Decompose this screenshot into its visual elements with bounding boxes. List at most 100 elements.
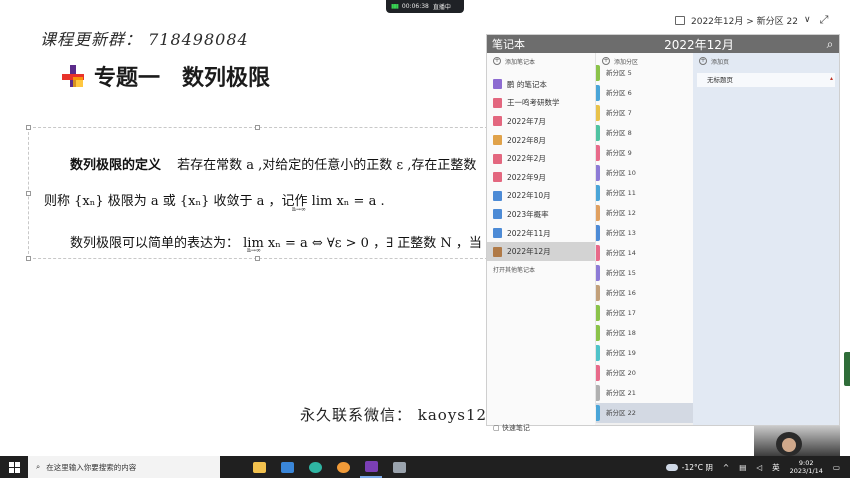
section-label: 新分区 17	[606, 309, 636, 317]
notebook-item[interactable]: 鹏 的笔记本	[487, 75, 595, 94]
notebook-icon	[493, 209, 502, 220]
section-tab[interactable]: 新分区 6	[596, 83, 693, 103]
section-label: 新分区 21	[606, 389, 636, 397]
weather-widget[interactable]: -12°C 阴	[665, 462, 713, 473]
section-color-tab	[596, 145, 600, 161]
notebook-icon	[675, 15, 685, 25]
wechat-contact-text: 永久联系微信： kaoys121	[300, 406, 498, 424]
section-list: + 添加分区 新分区 5 新分区 6 新分区 7 新分区 8 新分区 9 新分区 10 新分…	[595, 53, 693, 423]
section-tab[interactable]: 新分区 12	[596, 203, 693, 223]
system-tray: -12°C 阴 ^ ▤ ◁ 英 9:02 2023/1/14 ▭	[665, 459, 850, 475]
section-label: 新分区 5	[606, 69, 632, 77]
slide-title: 专题一 数列极限	[62, 60, 270, 92]
quick-notes-label: 快速笔记	[501, 424, 530, 432]
notebook-item[interactable]: 2022年11月	[487, 224, 595, 243]
section-tab[interactable]: 新分区 5	[596, 63, 693, 83]
notebook-label: 鹏 的笔记本	[507, 79, 547, 89]
side-handle[interactable]	[844, 352, 850, 386]
tray-expand-icon[interactable]: ^	[723, 463, 729, 472]
add-page-button[interactable]: + 添加页	[693, 53, 839, 69]
resize-handle[interactable]	[26, 256, 31, 261]
onenote-icon[interactable]	[360, 456, 382, 478]
notebook-item[interactable]: 2022年7月	[487, 112, 595, 131]
section-items: 新分区 5 新分区 6 新分区 7 新分区 8 新分区 9 新分区 10 新分区 11 新分区…	[596, 63, 693, 423]
section-tab[interactable]: 新分区 21	[596, 383, 693, 403]
definition-line-3: 数列极限可以简单的表达为： lim xₙ = a ⇔ ∀ε > 0 ，∃ 正整数…	[70, 232, 482, 251]
definition-text-2: 则称 {xₙ} 极限为 a 或 {xₙ} 收敛于 a ，记作 lim xₙ = …	[44, 194, 385, 209]
notebook-item[interactable]: 2022年8月	[487, 131, 595, 150]
section-color-tab	[596, 185, 600, 201]
taskbar-search-box[interactable]: ⌕ 在这里输入你要搜索的内容	[28, 456, 220, 478]
section-tab[interactable]: 新分区 7	[596, 103, 693, 123]
clock-date: 2023/1/14	[789, 467, 823, 475]
section-color-tab	[596, 405, 600, 421]
section-tab[interactable]: 新分区 19	[596, 343, 693, 363]
resize-handle[interactable]	[255, 125, 260, 130]
section-tab[interactable]: 新分区 14	[596, 243, 693, 263]
app-orange-icon[interactable]	[332, 456, 354, 478]
notebook-item[interactable]: 2022年12月	[487, 242, 595, 261]
clock-time: 9:02	[798, 459, 814, 467]
section-tab[interactable]: 新分区 9	[596, 143, 693, 163]
section-tab[interactable]: 新分区 15	[596, 263, 693, 283]
section-label: 新分区 16	[606, 289, 636, 297]
clock[interactable]: 9:02 2023/1/14	[790, 459, 823, 475]
edge-icon[interactable]	[304, 456, 326, 478]
resize-handle[interactable]	[26, 191, 31, 196]
search-icon[interactable]: ⌕	[821, 37, 839, 52]
notebook-item[interactable]: 2023年概率	[487, 205, 595, 224]
network-icon[interactable]: ▤	[739, 463, 746, 472]
section-tab[interactable]: 新分区 17	[596, 303, 693, 323]
notebook-icon	[493, 79, 502, 90]
notebook-item[interactable]: 王一鸣考研数学	[487, 94, 595, 113]
section-label: 新分区 15	[606, 269, 636, 277]
resize-handle[interactable]	[255, 256, 260, 261]
section-color-tab	[596, 65, 600, 81]
notification-icon[interactable]: ▭	[833, 463, 840, 472]
expand-icon[interactable]: ⤢	[816, 12, 832, 28]
current-notebook-title: 2022年12月	[664, 37, 734, 52]
section-tab[interactable]: 新分区 10	[596, 163, 693, 183]
start-button[interactable]	[0, 461, 28, 473]
notebook-item[interactable]: 2022年2月	[487, 149, 595, 168]
file-explorer-icon[interactable]	[248, 456, 270, 478]
notebook-icon	[493, 246, 502, 257]
notebook-label: 2023年概率	[507, 209, 549, 219]
app-blue-icon[interactable]	[276, 456, 298, 478]
section-label: 新分区 10	[606, 169, 636, 177]
ime-indicator[interactable]: 英	[772, 462, 780, 473]
plus-icon: +	[493, 57, 501, 65]
cross-bullet-icon	[62, 65, 84, 87]
taskbar-search-placeholder: 在这里输入你要搜索的内容	[46, 462, 137, 472]
collapse-icon[interactable]: ▴	[830, 75, 833, 82]
section-tab[interactable]: 新分区 22	[596, 403, 693, 423]
resize-handle[interactable]	[26, 125, 31, 130]
windows-icon	[8, 461, 20, 473]
recording-label: 直播中	[432, 4, 451, 11]
add-notebook-button[interactable]: + 添加笔记本	[487, 53, 595, 69]
section-tab[interactable]: 新分区 20	[596, 363, 693, 383]
section-label: 新分区 14	[606, 249, 636, 257]
notebook-icon	[493, 116, 502, 127]
quick-notes-link[interactable]: ▢ 快速笔记	[493, 423, 530, 433]
section-label: 新分区 19	[606, 349, 636, 357]
notebook-item[interactable]: 2022年9月	[487, 168, 595, 187]
chevron-down-icon[interactable]: ∨	[804, 15, 811, 25]
open-other-notebooks-link[interactable]: 打开其他笔记本	[487, 261, 595, 281]
section-tab[interactable]: 新分区 18	[596, 323, 693, 343]
section-tab[interactable]: 新分区 8	[596, 123, 693, 143]
section-tab[interactable]: 新分区 11	[596, 183, 693, 203]
notebook-icon	[493, 228, 502, 239]
notebook-label: 2022年8月	[507, 135, 546, 145]
section-color-tab	[596, 105, 600, 121]
notebook-item[interactable]: 2022年10月	[487, 187, 595, 206]
volume-icon[interactable]: ◁	[756, 463, 762, 472]
section-color-tab	[596, 325, 600, 341]
app-gray-icon[interactable]	[388, 456, 410, 478]
notebook-breadcrumb[interactable]: 2022年12月 > 新分区 22 ∨	[675, 10, 811, 30]
recording-indicator[interactable]: ▮▮▮ 00:06:38 直播中	[386, 0, 464, 13]
section-label: 新分区 9	[606, 149, 632, 157]
section-tab[interactable]: 新分区 16	[596, 283, 693, 303]
section-tab[interactable]: 新分区 13	[596, 223, 693, 243]
page-item[interactable]: 无标题页	[697, 73, 835, 87]
